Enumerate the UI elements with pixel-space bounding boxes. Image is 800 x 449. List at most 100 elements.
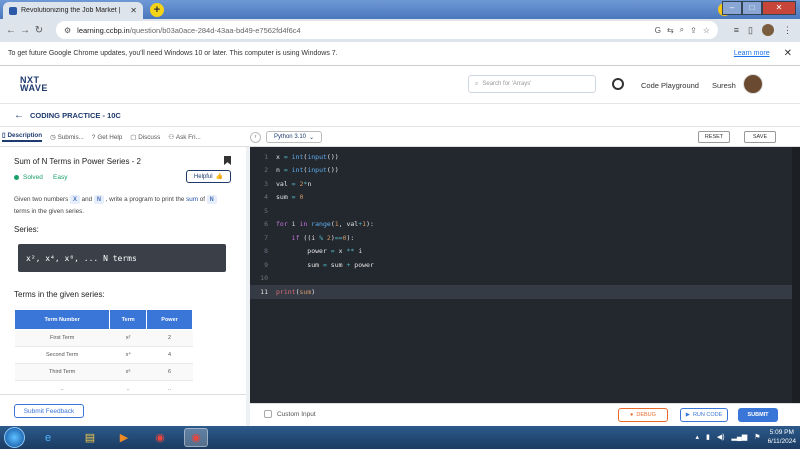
code-text: if ((i % 2)==0):: [276, 233, 355, 242]
tab-submissions[interactable]: ◷ Submis...: [50, 134, 84, 141]
user-avatar[interactable]: [743, 74, 763, 94]
close-tab-icon[interactable]: ✕: [130, 6, 137, 15]
table-cell: x⁴: [109, 346, 147, 364]
save-button[interactable]: SAVE: [744, 131, 776, 143]
site-info-icon[interactable]: ⚙: [64, 26, 71, 35]
code-line[interactable]: 8 power = x ** i: [250, 245, 792, 259]
menu-icon[interactable]: ⋮: [783, 25, 792, 36]
url-path: /question/b03a0ace-284d-43aa-bd49-e7562f…: [129, 25, 301, 35]
run-code-button[interactable]: ▶ RUN CODE: [680, 408, 728, 422]
code-playground-link[interactable]: Code Playground: [641, 81, 699, 90]
code-token: i: [358, 247, 363, 256]
code-line[interactable]: 7 if ((i % 2)==0):: [250, 231, 792, 245]
submit-button[interactable]: SUBMIT: [738, 408, 778, 422]
tab-ask-friend[interactable]: ⚇ Ask Fri...: [168, 134, 201, 141]
code-line[interactable]: 9 sum = sum + power: [250, 258, 792, 272]
editor-scrollbar[interactable]: [792, 147, 800, 403]
code-line[interactable]: 6 for i in range(1, val+1):: [250, 218, 792, 232]
code-line[interactable]: 10: [250, 272, 792, 286]
language-select[interactable]: Python 3.10 ⌄: [266, 131, 322, 143]
file-explorer-icon[interactable]: ▤: [78, 428, 102, 447]
table-cell: x⁶: [109, 363, 147, 381]
close-window-button[interactable]: ✕: [762, 1, 796, 15]
debug-button[interactable]: ● DEBUG: [618, 408, 668, 422]
helpful-button[interactable]: Helpful 👍: [186, 170, 231, 183]
people-icon: ⚇: [168, 133, 174, 141]
submit-feedback-button[interactable]: Submit Feedback: [14, 404, 84, 418]
bookmark-icon[interactable]: [224, 156, 231, 165]
table-row: First Term x² 2: [14, 329, 193, 347]
maximize-button[interactable]: □: [742, 1, 762, 15]
checkbox-icon[interactable]: [264, 410, 272, 418]
table-cell: 2: [146, 329, 193, 347]
chrome-active-icon[interactable]: ◉: [184, 428, 208, 447]
start-button[interactable]: [4, 427, 25, 448]
share-icon[interactable]: ⇪: [690, 26, 697, 35]
back-icon[interactable]: ←: [4, 25, 18, 36]
tab-label: Ask Fri...: [175, 133, 201, 141]
thumbs-up-icon: 👍: [215, 174, 224, 180]
tab-discuss[interactable]: ▢ Discuss: [130, 134, 160, 141]
line-number: 6: [264, 220, 268, 229]
code-line[interactable]: 5: [250, 204, 792, 218]
code-line[interactable]: 2 n = int(input()): [250, 164, 792, 178]
address-bar[interactable]: ⚙ learning.ccbp.in/question/b03a0ace-284…: [56, 21, 718, 39]
signal-icon[interactable]: ▂▄▆: [732, 433, 748, 441]
clock-time: 5:09 PM: [769, 429, 794, 436]
network-icon[interactable]: ▮: [706, 433, 710, 441]
minimize-button[interactable]: –: [722, 1, 742, 15]
collapse-panel-button[interactable]: ‹: [250, 132, 261, 143]
zoom-icon[interactable]: ⌕: [680, 25, 684, 35]
nxtwave-logo[interactable]: NXT WAVE: [20, 76, 48, 93]
table-cell: Third Term: [14, 363, 110, 381]
code-token: sum: [330, 260, 347, 269]
browser-tab[interactable]: Revolutionizing the Job Market | ✕: [3, 2, 143, 19]
side-panel-icon[interactable]: ▯: [748, 25, 753, 36]
media-player-icon[interactable]: ▶: [112, 428, 136, 447]
translate-icon[interactable]: ⇆: [667, 26, 674, 35]
timer-icon[interactable]: [612, 78, 624, 90]
table-row: Second Term x⁴ 4: [14, 346, 193, 364]
profile-avatar-icon[interactable]: [762, 24, 774, 36]
line-number: 4: [264, 193, 268, 202]
url-text[interactable]: learning.ccbp.in/question/b03a0ace-284d-…: [77, 26, 649, 35]
code-token: ==: [334, 233, 343, 242]
code-token: range: [311, 220, 331, 229]
code-line[interactable]: 11 print(sum): [250, 285, 792, 299]
desc-text: of: [199, 196, 206, 203]
tab-description[interactable]: ▯ Description: [2, 132, 43, 142]
site-favicon-icon: [9, 6, 17, 15]
clock[interactable]: 5:09 PM 6/11/2024: [768, 428, 796, 446]
learn-more-link[interactable]: Learn more: [734, 50, 770, 57]
custom-input-toggle[interactable]: Custom Input: [264, 410, 316, 418]
user-name[interactable]: Suresh: [712, 81, 736, 90]
forward-icon[interactable]: →: [18, 25, 32, 36]
line-number: 11: [260, 287, 268, 296]
code-text: x = int(input()): [276, 153, 339, 161]
desc-text: , write a program to print the: [105, 196, 185, 203]
reset-button[interactable]: RESET: [698, 131, 730, 143]
bookmark-star-icon[interactable]: ☆: [703, 26, 710, 35]
tab-get-help[interactable]: ? Get Help: [92, 134, 122, 141]
code-token: **: [346, 247, 359, 256]
code-editor[interactable]: 1 x = int(input()) 2 n = int(input()) 3 val =…: [250, 147, 792, 403]
media-icon[interactable]: ≡: [734, 25, 739, 35]
internet-explorer-icon[interactable]: e: [36, 428, 60, 447]
flag-icon[interactable]: ⚑: [754, 433, 760, 441]
search-input[interactable]: ⌕ Search for 'Arrays': [468, 75, 596, 93]
new-tab-button[interactable]: +: [150, 3, 164, 17]
code-line[interactable]: 3 val = 2*n: [250, 177, 792, 191]
reload-icon[interactable]: ↻: [32, 25, 46, 36]
code-line[interactable]: 4 sum = 0: [250, 191, 792, 205]
chrome-icon[interactable]: ◉: [148, 428, 172, 447]
close-infobar-icon[interactable]: ✕: [784, 48, 792, 59]
code-text: for i in range(1, val+1):: [276, 220, 374, 228]
google-icon[interactable]: G: [655, 26, 661, 35]
code-text: val = 2*n: [276, 180, 311, 188]
back-arrow-icon[interactable]: ←: [14, 110, 24, 121]
code-line[interactable]: 1 x = int(input()): [250, 150, 792, 164]
difficulty-badge: Easy: [53, 174, 68, 181]
volume-icon[interactable]: ◀): [717, 433, 725, 441]
tray-arrow-icon[interactable]: ▴: [695, 433, 699, 441]
info-message: To get future Google Chrome updates, you…: [8, 50, 338, 57]
